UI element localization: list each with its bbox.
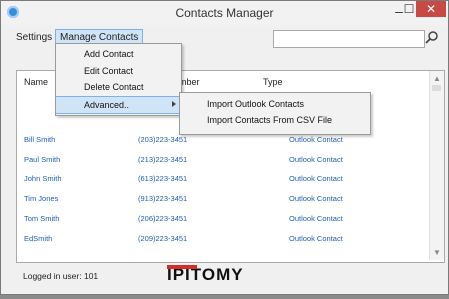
contact-phone: (203)223-3451 bbox=[138, 135, 188, 144]
contact-phone: (213)223-3451 bbox=[138, 155, 188, 164]
ipitomy-logo: IPITOMY bbox=[167, 265, 244, 285]
contact-name: Paul Smith bbox=[24, 155, 61, 164]
scroll-up-arrow-icon[interactable]: ▲ bbox=[430, 74, 444, 83]
menu-settings[interactable]: Settings bbox=[16, 32, 52, 43]
contact-type: Outlook Contact bbox=[289, 174, 343, 183]
menu-item-edit-contact[interactable]: Edit Contact bbox=[56, 63, 181, 79]
close-button[interactable]: ✕ bbox=[416, 1, 446, 17]
table-row[interactable]: Tom Smith (206)223-3451 Outlook Contact bbox=[17, 210, 429, 226]
contact-phone: (209)223-3451 bbox=[138, 234, 188, 243]
menu-item-import-outlook-contacts[interactable]: Import Outlook Contacts bbox=[180, 96, 370, 112]
contact-name: John Smith bbox=[24, 174, 62, 183]
manage-contacts-dropdown: Add Contact Edit Contact Delete Contact … bbox=[55, 43, 182, 116]
contact-type: Outlook Contact bbox=[289, 155, 343, 164]
menu-item-label: Import Contacts From CSV File bbox=[207, 115, 333, 125]
menu-item-label: Import Outlook Contacts bbox=[207, 99, 305, 109]
contact-phone: (913)223-3451 bbox=[138, 194, 188, 203]
menu-item-label: Edit Contact bbox=[84, 66, 134, 76]
menu-item-label: Add Contact bbox=[84, 49, 134, 59]
menu-item-label: Advanced.. bbox=[84, 100, 130, 110]
menu-item-import-csv[interactable]: Import Contacts From CSV File bbox=[180, 112, 370, 128]
contact-type: Outlook Contact bbox=[289, 234, 343, 243]
column-header-name[interactable]: Name bbox=[24, 77, 48, 87]
table-row[interactable]: EdSmith (209)223-3451 Outlook Contact bbox=[17, 230, 429, 246]
menu-item-label: Delete Contact bbox=[84, 82, 144, 92]
contact-phone: (613)223-3451 bbox=[138, 174, 188, 183]
scroll-down-arrow-icon[interactable]: ▼ bbox=[430, 248, 444, 257]
contact-name: Bill Smith bbox=[24, 135, 56, 144]
table-row[interactable]: Paul Smith (213)223-3451 Outlook Contact bbox=[17, 151, 429, 167]
contact-type: Outlook Contact bbox=[289, 214, 343, 223]
logged-in-status: Logged in user: 101 bbox=[23, 271, 99, 281]
maximize-button[interactable]: ☐ bbox=[401, 2, 417, 16]
menu-item-delete-contact[interactable]: Delete Contact bbox=[56, 79, 181, 95]
contacts-manager-window: Contacts Manager – ☐ ✕ Settings Manage C… bbox=[0, 0, 449, 295]
column-header-type[interactable]: Type bbox=[263, 77, 283, 87]
contact-type: Outlook Contact bbox=[289, 194, 343, 203]
title-bar[interactable]: Contacts Manager – ☐ ✕ bbox=[1, 1, 448, 25]
table-row[interactable]: John Smith (613)223-3451 Outlook Contact bbox=[17, 170, 429, 186]
search-input[interactable] bbox=[273, 30, 425, 48]
contact-name: EdSmith bbox=[24, 234, 53, 243]
window-title: Contacts Manager bbox=[175, 6, 274, 20]
menu-item-add-contact[interactable]: Add Contact bbox=[56, 46, 181, 62]
search-icon[interactable] bbox=[425, 30, 439, 44]
table-row[interactable]: Tim Jones (913)223-3451 Outlook Contact bbox=[17, 190, 429, 206]
logo-red-bar bbox=[167, 265, 197, 269]
submenu-arrow-icon bbox=[172, 101, 176, 107]
contact-name: Tom Smith bbox=[24, 214, 60, 223]
contact-phone: (206)223-3451 bbox=[138, 214, 188, 223]
contact-type: Outlook Contact bbox=[289, 135, 343, 144]
contact-name: Tim Jones bbox=[24, 194, 59, 203]
menu-item-advanced[interactable]: Advanced.. bbox=[56, 96, 181, 114]
scroll-thumb[interactable] bbox=[432, 85, 441, 91]
advanced-submenu: Import Outlook Contacts Import Contacts … bbox=[179, 92, 371, 135]
vertical-scrollbar[interactable]: ▲ ▼ bbox=[429, 71, 444, 260]
